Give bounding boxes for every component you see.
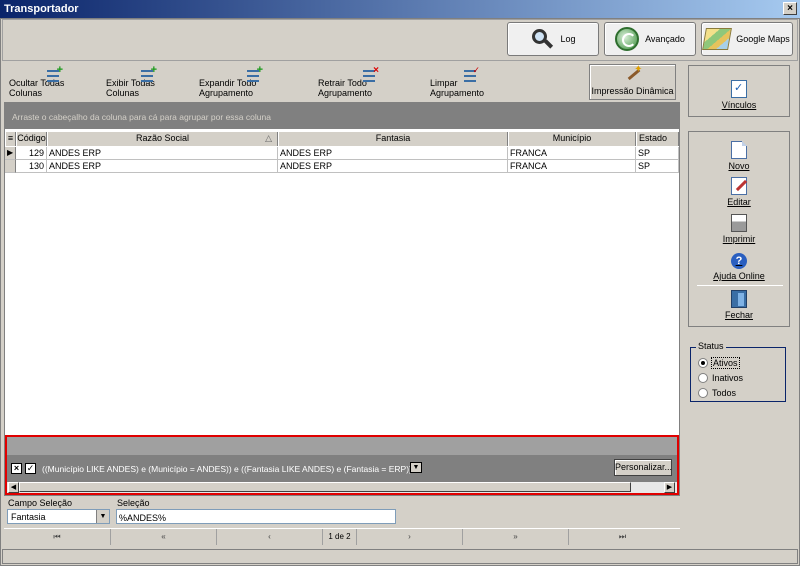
- show-all-columns-button[interactable]: + Exibir Todas Colunas: [106, 65, 190, 99]
- table-cell-codigo[interactable]: 130: [16, 160, 47, 173]
- log-button-label: Log: [560, 34, 576, 44]
- page-indicator: 1 de 2: [323, 529, 357, 545]
- new-label: Novo: [728, 161, 750, 171]
- new-document-icon: [731, 141, 747, 159]
- log-button[interactable]: Log: [507, 22, 599, 56]
- status-bar: [2, 549, 798, 564]
- clear-filter-button[interactable]: ×: [11, 463, 22, 474]
- last-page-button[interactable]: ⏭: [569, 529, 676, 545]
- hide-all-columns-button[interactable]: + Ocultar Todas Colunas: [9, 65, 99, 99]
- campo-selecao-select[interactable]: Fantasia ▼: [7, 509, 110, 524]
- table-cell-fantasia[interactable]: ANDES ERP: [278, 147, 508, 160]
- google-maps-button-label: Google Maps: [736, 34, 790, 44]
- magic-wand-icon: [625, 64, 642, 83]
- exit-door-icon: [731, 290, 747, 308]
- edit-label: Editar: [727, 197, 751, 207]
- column-header-razao-social[interactable]: Razão Social △: [47, 132, 278, 146]
- map-icon: [702, 28, 733, 50]
- group-by-hint: Arraste o cabeçalho da coluna para cá pa…: [12, 112, 271, 122]
- expand-group-icon: +: [245, 65, 263, 82]
- new-button[interactable]: Novo: [696, 141, 782, 171]
- window-close-button[interactable]: ×: [783, 2, 797, 15]
- clear-group-icon: ✓: [462, 66, 480, 82]
- edit-button[interactable]: Editar: [696, 177, 782, 207]
- window-title: Transportador: [4, 3, 79, 15]
- print-label: Imprimir: [722, 234, 756, 244]
- column-header-municipio[interactable]: Município: [508, 132, 636, 146]
- column-header-estado[interactable]: Estado: [636, 132, 679, 146]
- divider: [697, 285, 783, 286]
- table-cell-razao-social[interactable]: ANDES ERP: [47, 147, 278, 160]
- vinculos-label: Vínculos: [721, 100, 757, 110]
- radio-selected-icon[interactable]: [698, 358, 708, 368]
- columns-add-icon: +: [139, 65, 157, 82]
- column-header-codigo[interactable]: Código: [16, 132, 47, 146]
- previous-block-button[interactable]: «: [111, 529, 217, 545]
- chevron-down-icon[interactable]: ▼: [96, 510, 109, 523]
- column-header-fantasia[interactable]: Fantasia: [278, 132, 508, 146]
- first-page-button[interactable]: ⏮: [4, 529, 111, 545]
- dynamic-print-button[interactable]: Impressão Dinâmica: [589, 64, 676, 100]
- advanced-refresh-icon: [615, 27, 640, 51]
- collapse-all-groups-button[interactable]: × Retrair Todo Agrupamento: [318, 66, 422, 99]
- table-cell-codigo[interactable]: 129: [16, 147, 47, 160]
- scroll-left-icon[interactable]: ◀: [8, 482, 19, 493]
- table-cell-municipio[interactable]: FRANCA: [508, 160, 636, 173]
- radio-icon[interactable]: [698, 373, 708, 383]
- group-by-panel[interactable]: Arraste o cabeçalho da coluna para cá pa…: [5, 103, 679, 129]
- status-radio-ativos[interactable]: Ativos: [698, 357, 740, 369]
- customize-filter-button[interactable]: Personalizar...: [614, 459, 672, 476]
- header-indicator[interactable]: ≡: [5, 132, 16, 146]
- magnifier-icon: [530, 27, 554, 51]
- table-cell-razao-social[interactable]: ANDES ERP: [47, 160, 278, 173]
- status-radio-todos[interactable]: Todos: [698, 388, 736, 398]
- scroll-right-icon[interactable]: ▶: [664, 482, 675, 493]
- window-title-bar: Transportador: [0, 0, 800, 18]
- filter-panel-strip: [7, 437, 677, 455]
- table-cell-estado[interactable]: SP: [636, 160, 679, 173]
- dynamic-print-label: Impressão Dinâmica: [591, 86, 674, 96]
- status-legend: Status: [696, 341, 726, 351]
- google-maps-button[interactable]: Google Maps: [701, 22, 793, 56]
- next-block-button[interactable]: »: [463, 529, 569, 545]
- enable-filter-checkbox[interactable]: ✓: [25, 463, 36, 474]
- radio-icon[interactable]: [698, 388, 708, 398]
- next-page-button[interactable]: ›: [357, 529, 463, 545]
- table-cell-fantasia[interactable]: ANDES ERP: [278, 160, 508, 173]
- collapse-group-icon: ×: [361, 66, 379, 82]
- row-indicator-current[interactable]: ▶: [5, 147, 16, 160]
- sort-ascending-icon: △: [265, 133, 272, 143]
- help-icon: ?: [731, 253, 747, 269]
- scroll-thumb[interactable]: [19, 482, 631, 492]
- filter-expression[interactable]: ((Município LIKE ANDES) e (Município = A…: [42, 464, 412, 474]
- advanced-button[interactable]: Avançado: [604, 22, 696, 56]
- razao-social-header-label: Razão Social: [135, 133, 190, 143]
- selecao-input[interactable]: [116, 509, 396, 524]
- table-cell-estado[interactable]: SP: [636, 147, 679, 160]
- row-indicator[interactable]: [5, 160, 16, 173]
- columns-add-icon: +: [45, 65, 63, 82]
- status-radio-inativos[interactable]: Inativos: [698, 373, 743, 383]
- close-label: Fechar: [724, 310, 753, 320]
- printer-icon: [731, 214, 747, 232]
- status-option-label: Inativos: [712, 373, 744, 383]
- close-button[interactable]: Fechar: [696, 290, 782, 320]
- expand-all-groups-button[interactable]: + Expandir Todo Agrupamento: [199, 65, 309, 99]
- status-option-label: Todos: [712, 388, 737, 398]
- checklist-icon: [731, 80, 747, 98]
- online-help-label: Ajuda Online: [713, 271, 765, 281]
- clear-grouping-button[interactable]: ✓ Limpar Agrupamento: [430, 66, 512, 99]
- table-cell-municipio[interactable]: FRANCA: [508, 147, 636, 160]
- filter-history-dropdown[interactable]: ▼: [410, 462, 422, 473]
- status-option-label: Ativos: [711, 357, 740, 369]
- vinculos-button[interactable]: Vínculos: [696, 80, 782, 110]
- campo-selecao-label: Campo Seleção: [8, 498, 73, 508]
- selecao-label: Seleção: [117, 498, 150, 508]
- online-help-button[interactable]: ? Ajuda Online: [696, 253, 782, 281]
- previous-page-button[interactable]: ‹: [217, 529, 323, 545]
- print-button[interactable]: Imprimir: [696, 214, 782, 244]
- advanced-button-label: Avançado: [645, 34, 685, 44]
- campo-selecao-value: Fantasia: [11, 512, 46, 522]
- edit-pencil-icon: [731, 177, 747, 195]
